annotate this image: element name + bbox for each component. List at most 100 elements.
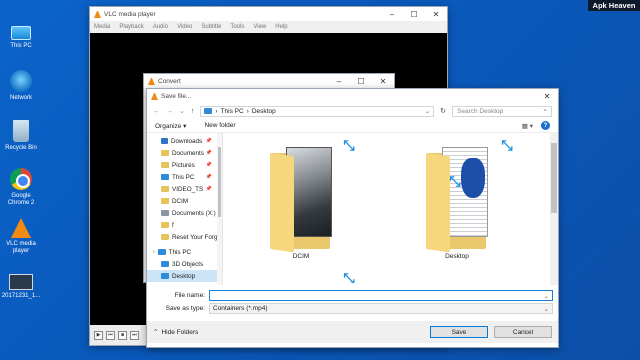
organize-button[interactable]: Organize ▾ [155,122,186,130]
convert-title: Convert [158,77,181,85]
save-dialog-title: Save file... [161,92,192,100]
menu-playback[interactable]: Playback [119,24,143,30]
breadcrumb-desktop[interactable]: Desktop [252,108,276,115]
nav-item-desktop[interactable]: Desktop [147,270,222,282]
file-item-label: DCIM [292,253,310,260]
maximize-button[interactable]: ☐ [350,74,372,88]
file-name-input[interactable]: ⌄ [209,290,553,301]
nav-item-documents[interactable]: Documents 📌 [147,147,222,159]
view-options-icon[interactable]: ▦ ▾ [522,122,533,130]
scrollbar-thumb[interactable] [218,147,221,217]
search-input[interactable]: Search Desktop ⌕ [452,105,552,117]
file-item-dcim[interactable]: DCIM [251,141,351,276]
address-row: ← → ⌄ ↑ › This PC › Desktop ⌄ ↻ Search D… [147,103,558,119]
menu-tools[interactable]: Tools [230,24,244,30]
scrollbar-thumb[interactable] [551,143,557,213]
recent-chevron-icon[interactable]: ⌄ [179,107,185,115]
previous-button[interactable]: ⏮ [106,330,115,340]
expand-chevron-icon[interactable]: › [153,249,155,255]
network-icon [10,70,32,92]
chevron-down-icon[interactable]: ⌄ [544,305,549,313]
nav-item-reset-password[interactable]: Reset Your Forgo [147,231,222,243]
this-pc-icon [11,26,31,40]
menu-help[interactable]: Help [275,24,287,30]
file-list-scrollbar[interactable] [550,133,558,285]
close-button[interactable]: ✕ [372,74,394,88]
desktop-icon-video-file[interactable]: 20171231_1... [0,270,42,300]
convert-titlebar[interactable]: Convert – ☐ ✕ [144,74,394,88]
minimize-button[interactable]: – [328,74,350,88]
drive-icon [161,210,169,216]
vlc-title: VLC media player [104,10,156,18]
desktop-icon-vlc[interactable]: VLC media player [0,218,42,255]
folder-icon [422,147,492,253]
breadcrumb-this-pc[interactable]: This PC [221,108,244,115]
video-file-icon [9,274,33,290]
next-button[interactable]: ⏭ [130,330,139,340]
desktop-icon-recycle-bin[interactable]: Recycle Bin [0,120,42,152]
breadcrumb-separator: › [246,107,249,115]
menu-subtitle[interactable]: Subtitle [201,24,221,30]
search-placeholder: Search Desktop [457,107,504,115]
desktop-icon-label: 20171231_1... [1,293,41,299]
stop-button[interactable]: ■ [118,330,127,340]
shrink-arrows-icon: ⤡ [449,172,461,189]
nav-item-3d-objects[interactable]: 3D Objects [147,258,222,270]
minimize-button[interactable]: – [381,7,403,21]
nav-item-this-pc-quick[interactable]: This PC 📌 [147,171,222,183]
nav-item-pictures[interactable]: Pictures 📌 [147,159,222,171]
nav-item-video-ts[interactable]: VIDEO_TS 📌 [147,183,222,195]
hide-folders-toggle[interactable]: ⌃ Hide Folders [153,328,198,337]
menu-video[interactable]: Video [177,24,192,30]
desktop-icon-label: This PC [10,43,32,49]
nav-item-downloads[interactable]: Downloads 📌 [147,135,222,147]
menu-audio[interactable]: Audio [153,24,168,30]
chevron-down-icon[interactable]: ⌄ [544,292,549,300]
vlc-icon [11,218,31,238]
vlc-cone-icon [94,10,101,18]
nav-item-documents-x[interactable]: Documents (X:) [147,207,222,219]
maximize-button[interactable]: ☐ [403,7,425,21]
save-as-type-select[interactable]: Containers (*.mp4) ⌄ [209,303,553,314]
nav-item-this-pc[interactable]: › This PC [147,246,222,258]
command-bar: Organize ▾ New folder ▦ ▾ ? [147,119,558,133]
nav-item-f[interactable]: f [147,219,222,231]
menu-view[interactable]: View [253,24,266,30]
nav-scrollbar[interactable] [217,133,222,285]
folder-icon [161,186,169,192]
file-item-desktop[interactable]: Desktop [407,141,507,276]
this-pc-icon [161,174,169,180]
address-dropdown-icon[interactable]: ⌄ [425,107,433,115]
address-bar[interactable]: › This PC › Desktop ⌄ [200,105,435,117]
close-button[interactable]: ✕ [425,7,447,21]
nav-item-dcim[interactable]: DCIM [147,195,222,207]
help-icon[interactable]: ? [541,121,550,130]
chevron-up-icon: ⌃ [153,329,159,336]
cancel-button[interactable]: Cancel [494,326,552,338]
desktop-icon-chrome[interactable]: Google Chrome 2 [0,168,42,207]
play-button[interactable]: ▶ [94,330,103,340]
vlc-titlebar[interactable]: VLC media player – ☐ ✕ [90,7,447,21]
file-item-label: Desktop [445,253,469,260]
file-name-label: File name: [174,292,205,299]
this-pc-icon [157,249,166,255]
save-as-type-value: Containers (*.mp4) [213,305,268,312]
back-arrow-icon[interactable]: ← [153,108,160,115]
forward-arrow-icon[interactable]: → [166,108,173,115]
refresh-icon[interactable]: ↻ [440,107,446,115]
breadcrumb-separator: › [215,107,218,115]
up-arrow-icon[interactable]: ↑ [191,108,195,115]
pin-icon: 📌 [205,162,212,168]
pin-icon: 📌 [205,150,212,156]
desktop-icon-network[interactable]: Network [0,70,42,102]
desktop-icon-this-pc[interactable]: This PC [0,22,42,50]
save-file-dialog: Save file... ✕ ← → ⌄ ↑ › This PC › Deskt… [146,88,559,348]
folder-icon [161,162,169,168]
chrome-icon [10,168,32,190]
menu-media[interactable]: Media [94,24,110,30]
new-folder-button[interactable]: New folder [204,122,235,129]
save-button[interactable]: Save [430,326,488,338]
desktop-icon-label: Network [9,95,32,101]
close-button[interactable]: ✕ [536,89,558,103]
save-dialog-titlebar[interactable]: Save file... ✕ [147,89,558,103]
